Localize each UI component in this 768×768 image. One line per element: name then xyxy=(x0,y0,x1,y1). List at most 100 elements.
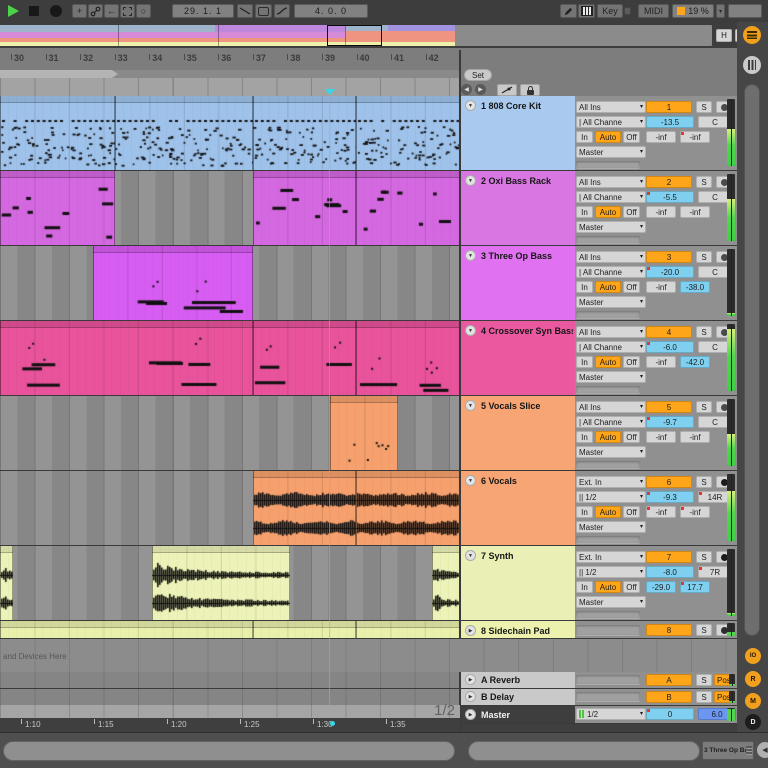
track-activator-button[interactable]: 4 xyxy=(646,326,692,338)
track-fold-button-collapsed[interactable]: ▶ xyxy=(465,625,476,636)
track-lane[interactable] xyxy=(0,396,460,470)
monitor-off-button[interactable]: Off xyxy=(623,506,640,518)
show-detail-chevron[interactable]: ◀ xyxy=(757,742,768,758)
input-type-chooser[interactable]: Ext. In▾ xyxy=(576,476,646,488)
send-a-field[interactable]: -inf xyxy=(646,356,676,368)
return-activator-button[interactable]: B xyxy=(646,691,692,703)
arrangement-clip[interactable] xyxy=(152,546,290,620)
volume-field[interactable]: -5.5 xyxy=(646,191,694,203)
bottom-scrub-strip[interactable]: 1/2 xyxy=(0,705,460,718)
output-chooser[interactable]: Master▾ xyxy=(576,596,646,608)
arrangement-clip[interactable] xyxy=(0,321,253,395)
track-fold-button[interactable]: ▼ xyxy=(465,475,476,486)
track-lane[interactable] xyxy=(0,246,460,320)
arrangement-clip[interactable] xyxy=(432,546,460,620)
input-channel-chooser[interactable]: | All Channe▾ xyxy=(576,116,646,128)
monitor-auto-button[interactable]: Auto xyxy=(595,581,621,593)
volume-field[interactable]: -9.7 xyxy=(646,416,694,428)
monitor-in-button[interactable]: In xyxy=(576,131,593,143)
show-delay-toggle[interactable]: D xyxy=(745,714,761,730)
volume-field[interactable]: -8.0 xyxy=(646,566,694,578)
monitor-off-button[interactable]: Off xyxy=(623,281,640,293)
monitor-in-button[interactable]: In xyxy=(576,206,593,218)
input-channel-chooser[interactable]: || 1/2▾ xyxy=(576,491,646,503)
input-type-chooser[interactable]: All Ins▾ xyxy=(576,251,646,263)
solo-button[interactable]: S xyxy=(696,551,712,563)
arrangement-clip[interactable] xyxy=(330,396,398,470)
track-fold-button[interactable]: ▼ xyxy=(465,250,476,261)
arrangement-clip[interactable] xyxy=(0,171,115,245)
send-a-field[interactable]: -inf xyxy=(646,281,676,293)
monitor-off-button[interactable]: Off xyxy=(623,131,640,143)
current-track-chooser[interactable]: 3 Three Op Bass xyxy=(702,741,754,760)
monitor-in-button[interactable]: In xyxy=(576,506,593,518)
monitor-off-button[interactable]: Off xyxy=(623,356,640,368)
input-type-chooser[interactable]: All Ins▾ xyxy=(576,176,646,188)
monitor-auto-button[interactable]: Auto xyxy=(595,131,621,143)
arrangement-clip[interactable] xyxy=(356,96,460,170)
monitor-in-button[interactable]: In xyxy=(576,356,593,368)
solo-button[interactable]: S xyxy=(696,251,712,263)
send-b-field[interactable]: 17.7 xyxy=(680,581,710,593)
monitor-off-button[interactable]: Off xyxy=(623,581,640,593)
return-solo-button[interactable]: S xyxy=(696,691,712,703)
mixer-view-toggle[interactable] xyxy=(743,26,761,44)
master-fold-button[interactable]: ▶ xyxy=(465,709,476,720)
return-solo-button[interactable]: S xyxy=(696,674,712,686)
arrangement-clip[interactable] xyxy=(356,621,460,638)
track-fold-button[interactable]: ▼ xyxy=(465,175,476,186)
clip-view-toggle[interactable] xyxy=(743,56,761,74)
solo-button[interactable]: S xyxy=(696,176,712,188)
send-a-field[interactable]: -inf xyxy=(646,431,676,443)
arrangement-clip[interactable] xyxy=(356,321,460,395)
master-volume-field[interactable]: 0 xyxy=(646,708,694,720)
monitor-auto-button[interactable]: Auto xyxy=(595,356,621,368)
send-a-field[interactable]: -inf xyxy=(646,506,676,518)
track-lane[interactable] xyxy=(0,171,460,245)
input-channel-chooser[interactable]: | All Channe▾ xyxy=(576,341,646,353)
input-channel-chooser[interactable]: | All Channe▾ xyxy=(576,191,646,203)
arrangement-clip[interactable] xyxy=(0,621,253,638)
monitor-in-button[interactable]: In xyxy=(576,581,593,593)
volume-field[interactable]: -13.5 xyxy=(646,116,694,128)
send-b-field[interactable]: -42.0 xyxy=(680,356,710,368)
track-lane[interactable] xyxy=(0,621,460,638)
output-chooser[interactable]: Master▾ xyxy=(576,296,646,308)
solo-button[interactable]: S xyxy=(696,326,712,338)
input-type-chooser[interactable]: All Ins▾ xyxy=(576,401,646,413)
solo-button[interactable]: S xyxy=(696,101,712,113)
send-b-field[interactable]: -inf xyxy=(680,506,710,518)
input-channel-chooser[interactable]: | All Channe▾ xyxy=(576,266,646,278)
output-chooser[interactable]: Master▾ xyxy=(576,146,646,158)
send-b-field[interactable]: -38.0 xyxy=(680,281,710,293)
track-activator-button[interactable]: 5 xyxy=(646,401,692,413)
send-b-field[interactable]: -inf xyxy=(680,131,710,143)
monitor-auto-button[interactable]: Auto xyxy=(595,506,621,518)
track-activator-button[interactable]: 8 xyxy=(646,624,692,636)
arrangement-clip[interactable] xyxy=(356,171,460,245)
input-channel-chooser[interactable]: | All Channe▾ xyxy=(576,416,646,428)
track-activator-button[interactable]: 1 xyxy=(646,101,692,113)
input-type-chooser[interactable]: Ext. In▾ xyxy=(576,551,646,563)
return-lane[interactable] xyxy=(0,689,460,705)
monitor-in-button[interactable]: In xyxy=(576,281,593,293)
track-fold-button[interactable]: ▼ xyxy=(465,550,476,561)
arrangement-clip[interactable] xyxy=(93,246,253,320)
show-mixer-toggle[interactable]: M xyxy=(745,693,761,709)
output-chooser[interactable]: Master▾ xyxy=(576,371,646,383)
arrangement-clip[interactable] xyxy=(253,171,356,245)
send-a-field[interactable]: -29.0 xyxy=(646,581,676,593)
arrangement-clip[interactable] xyxy=(253,321,356,395)
track-activator-button[interactable]: 7 xyxy=(646,551,692,563)
arrangement-clip[interactable] xyxy=(253,471,356,545)
master-output-chooser[interactable]: 1/2▾ xyxy=(576,708,646,720)
return-fold-button[interactable]: ▶ xyxy=(465,691,476,702)
track-fold-button[interactable]: ▼ xyxy=(465,100,476,111)
volume-field[interactable]: -20.0 xyxy=(646,266,694,278)
send-a-field[interactable]: -inf xyxy=(646,131,676,143)
return-lane[interactable] xyxy=(0,672,460,688)
output-chooser[interactable]: Master▾ xyxy=(576,221,646,233)
monitor-off-button[interactable]: Off xyxy=(623,431,640,443)
output-chooser[interactable]: Master▾ xyxy=(576,521,646,533)
input-type-chooser[interactable]: All Ins▾ xyxy=(576,326,646,338)
